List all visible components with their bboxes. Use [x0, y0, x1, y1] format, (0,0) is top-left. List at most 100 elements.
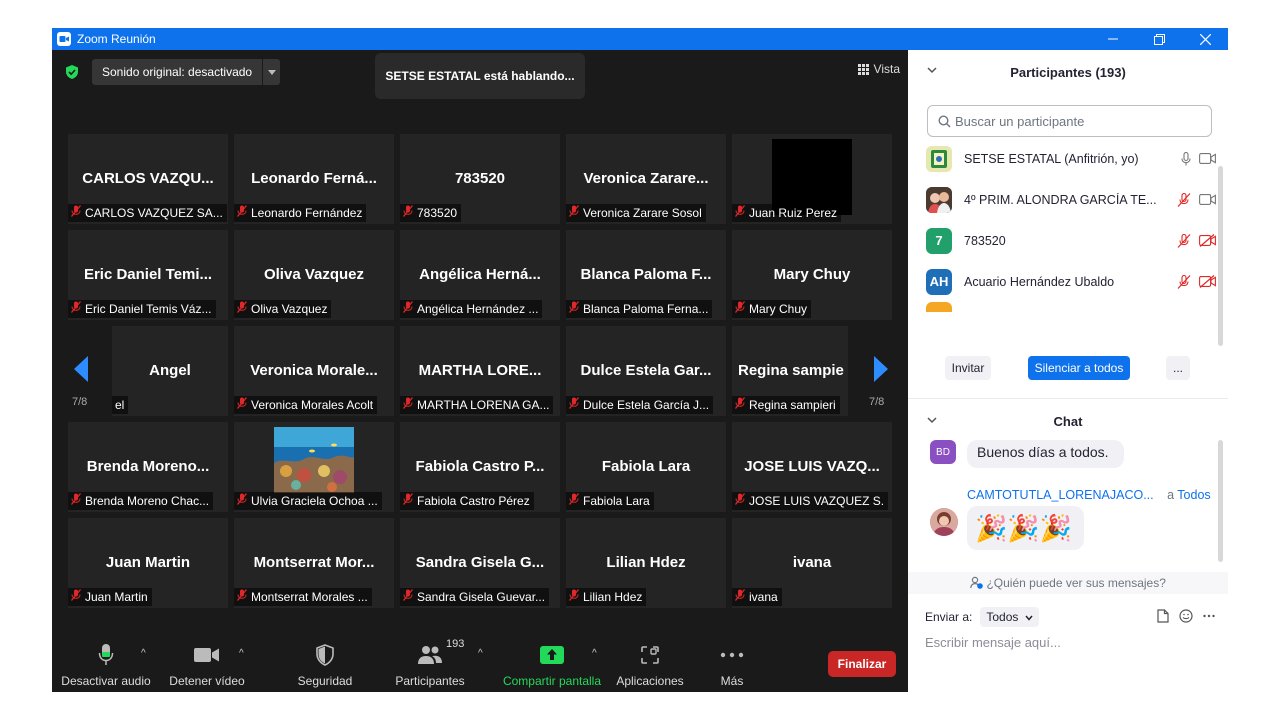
video-tile[interactable]: Juan Ruiz Perez	[732, 134, 892, 224]
video-tile[interactable]: Angel el	[112, 326, 228, 416]
participants-scrollbar[interactable]	[1218, 166, 1223, 346]
video-options-caret-icon[interactable]: ^	[239, 648, 244, 659]
end-meeting-button[interactable]: Finalizar	[828, 651, 896, 677]
emoji-icon[interactable]	[1179, 609, 1193, 623]
video-tile[interactable]: 783520 783520	[400, 134, 560, 224]
video-camera-icon[interactable]	[1199, 194, 1216, 205]
microphone-icon[interactable]	[1181, 151, 1191, 166]
video-tile[interactable]: Mary Chuy Mary Chuy	[732, 230, 892, 320]
participant-row[interactable]: AH Acuario Hernández Ubaldo	[926, 261, 1216, 302]
muted-microphone-icon	[402, 300, 414, 318]
video-tile[interactable]: Ulvia Graciela Ochoa ...	[234, 422, 394, 512]
video-tile[interactable]: Veronica Zarare... Veronica Zarare Sosol	[566, 134, 726, 224]
participant-name-label: Regina sampieri	[732, 396, 840, 414]
muted-microphone-icon[interactable]	[1177, 192, 1191, 207]
video-off-icon[interactable]	[1199, 275, 1216, 288]
participant-status-icons	[1177, 192, 1216, 207]
participant-name-label: Lilian Hdez	[566, 588, 647, 606]
participant-display-name: Blanca Paloma F...	[580, 266, 712, 283]
muted-microphone-icon	[568, 396, 580, 414]
restore-button[interactable]	[1136, 28, 1182, 50]
share-options-caret-icon[interactable]: ^	[592, 648, 597, 659]
send-to-row: Enviar a: Todos	[925, 606, 1215, 628]
mute-all-button[interactable]: Silenciar a todos	[1028, 356, 1130, 380]
participant-display-name: Leonardo Ferná...	[251, 170, 377, 187]
more-button[interactable]: Más	[708, 640, 756, 692]
zoom-app-icon	[57, 32, 71, 46]
audio-options-caret-icon[interactable]: ^	[141, 648, 146, 659]
participant-row[interactable]: SETSE ESTATAL (Anfitrión, yo)	[926, 144, 1216, 179]
stop-video-label: Detener vídeo	[169, 674, 245, 688]
video-tile[interactable]: Veronica Morale... Veronica Morales Acolt	[234, 326, 394, 416]
participant-name-label: Montserrat Morales ...	[234, 588, 372, 606]
encryption-shield-icon[interactable]	[64, 64, 80, 80]
participant-name-text: Veronica Morales Acolt	[251, 398, 374, 412]
muted-microphone-icon	[236, 396, 248, 414]
video-tile[interactable]: Juan Martin Juan Martin	[68, 518, 228, 608]
participants-button[interactable]: 193 Participantes	[390, 638, 470, 692]
video-tile[interactable]: Fabiola Lara Fabiola Lara	[566, 422, 726, 512]
muted-microphone-icon[interactable]	[1177, 274, 1191, 289]
original-sound-toggle[interactable]: Sonido original: desactivado	[92, 59, 280, 85]
participant-display-name: Juan Martin	[105, 554, 191, 571]
video-tile[interactable]: JOSE LUIS VAZQ... JOSE LUIS VAZQUEZ S.	[732, 422, 892, 512]
close-button[interactable]	[1182, 28, 1228, 50]
video-tile[interactable]: Fabiola Castro P... Fabiola Castro Pérez	[400, 422, 560, 512]
participant-row[interactable]: 7 783520	[926, 220, 1216, 261]
chat-scrollbar[interactable]	[1218, 440, 1223, 562]
video-tile[interactable]: Leonardo Ferná... Leonardo Fernández	[234, 134, 394, 224]
meeting-top-bar: Sonido original: desactivado SETSE ESTAT…	[52, 50, 908, 99]
participant-name-text: Juan Martin	[85, 590, 148, 604]
video-tile[interactable]: Regina sampie Regina sampieri	[732, 326, 848, 416]
participant-display-name: Dulce Estela Gar...	[580, 362, 712, 379]
video-tile[interactable]: CARLOS VAZQU... CARLOS VAZQUEZ SA...	[68, 134, 228, 224]
participant-name-label: JOSE LUIS VAZQUEZ S.	[732, 492, 889, 510]
video-tile[interactable]: MARTHA LORE... MARTHA LORENA GA...	[400, 326, 560, 416]
more-options-icon[interactable]	[1203, 614, 1215, 618]
next-page-arrow-icon[interactable]	[868, 354, 892, 384]
file-icon[interactable]	[1157, 609, 1169, 623]
mute-audio-button[interactable]: Desactivar audio	[60, 640, 152, 692]
video-tile[interactable]: Angélica Herná... Angélica Hernández ...	[400, 230, 560, 320]
muted-microphone-icon	[70, 492, 82, 510]
participant-search-input[interactable]: Buscar un participante	[927, 105, 1212, 137]
participants-more-button[interactable]: ...	[1166, 356, 1190, 380]
chat-message-input[interactable]: Escribir mensaje aquí...	[925, 635, 1215, 655]
chat-recipient[interactable]: Todos	[1177, 488, 1210, 502]
participant-name-text: el	[115, 398, 125, 412]
invite-button[interactable]: Invitar	[945, 356, 991, 380]
video-camera-icon[interactable]	[1199, 153, 1216, 164]
share-screen-button[interactable]: Compartir pantalla	[500, 640, 604, 692]
apps-label: Aplicaciones	[616, 674, 684, 688]
video-tile[interactable]: Brenda Moreno... Brenda Moreno Chac...	[68, 422, 228, 512]
video-off-icon[interactable]	[1199, 234, 1216, 247]
participant-row-partial	[926, 302, 952, 312]
participant-name-label: Juan Ruiz Perez	[732, 204, 842, 222]
chat-sender-name[interactable]: CAMTOTUTLA_LORENAJACO...	[967, 488, 1154, 502]
previous-page-arrow-icon[interactable]	[70, 354, 94, 384]
video-tile[interactable]: Lilian Hdez Lilian Hdez	[566, 518, 726, 608]
participant-row[interactable]: 4º PRIM. ALONDRA GARCÍA TE...	[926, 179, 1216, 220]
video-tile[interactable]: Sandra Gisela G... Sandra Gisela Guevar..…	[400, 518, 560, 608]
participant-name-label: Mary Chuy	[732, 300, 812, 318]
participants-options-caret-icon[interactable]: ^	[478, 648, 483, 659]
participant-name-label: Veronica Zarare Sosol	[566, 204, 706, 222]
view-button[interactable]: Vista	[857, 62, 900, 76]
video-tile[interactable]: ivana ivana	[732, 518, 892, 608]
participant-name-text: Fabiola Lara	[583, 494, 650, 508]
chevron-down-icon[interactable]	[262, 59, 280, 85]
video-tile[interactable]: Blanca Paloma F... Blanca Paloma Ferna...	[566, 230, 726, 320]
send-to-dropdown[interactable]: Todos	[980, 607, 1039, 627]
muted-microphone-icon[interactable]	[1177, 233, 1191, 248]
video-tile[interactable]: Dulce Estela Gar... Dulce Estela García J…	[566, 326, 726, 416]
apps-button[interactable]: Aplicaciones	[612, 640, 688, 692]
muted-microphone-icon	[734, 396, 746, 414]
video-tile[interactable]: Eric Daniel Temi... Eric Daniel Temis Váz…	[68, 230, 228, 320]
muted-microphone-icon	[568, 492, 580, 510]
who-can-see-messages-link[interactable]: ¿Quién puede ver sus mensajes?	[908, 572, 1228, 594]
video-tile[interactable]: Montserrat Mor... Montserrat Morales ...	[234, 518, 394, 608]
security-button[interactable]: Seguridad	[288, 640, 362, 692]
minimize-button[interactable]	[1090, 28, 1136, 50]
video-tile[interactable]: Oliva Vazquez Oliva Vazquez	[234, 230, 394, 320]
chat-message-header: CAMTOTUTLA_LORENAJACO... a Todos	[967, 488, 1211, 502]
